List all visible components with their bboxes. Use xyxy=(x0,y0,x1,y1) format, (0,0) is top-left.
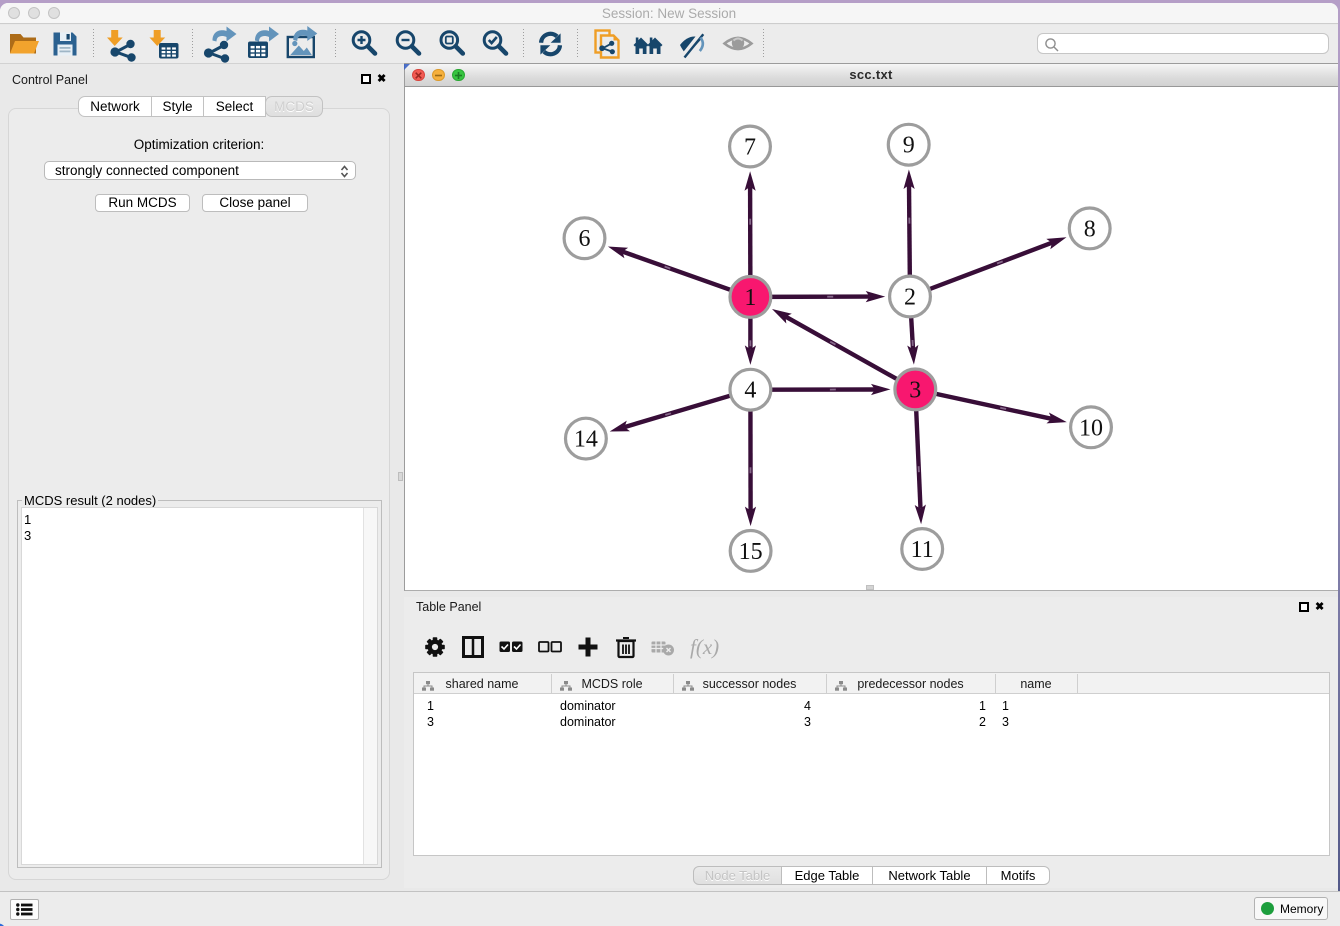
svg-text:2: 2 xyxy=(904,285,916,311)
svg-text:3: 3 xyxy=(909,377,921,403)
svg-text:9: 9 xyxy=(903,133,915,159)
svg-text:8: 8 xyxy=(1084,216,1096,242)
svg-text:7: 7 xyxy=(744,135,756,161)
svg-text:11: 11 xyxy=(911,537,934,563)
svg-text:6: 6 xyxy=(579,226,591,252)
svg-text:f(x): f(x) xyxy=(690,635,719,659)
svg-text:4: 4 xyxy=(744,378,756,404)
svg-text:14: 14 xyxy=(574,427,598,453)
svg-text:15: 15 xyxy=(739,539,763,565)
svg-text:1: 1 xyxy=(744,285,756,311)
svg-text:10: 10 xyxy=(1079,415,1103,441)
